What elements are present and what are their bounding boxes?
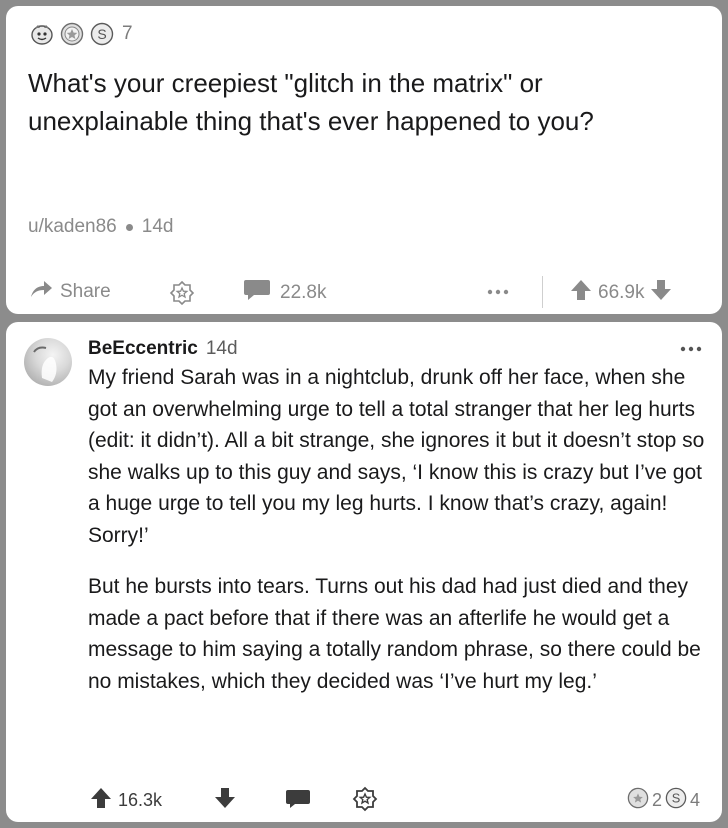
- comment-vote-score: 16.3k: [118, 790, 163, 810]
- action-separator: [542, 276, 543, 308]
- silver-award-count: 4: [689, 790, 700, 810]
- more-dots-icon: [680, 340, 702, 357]
- award-badge-icon: [169, 280, 195, 312]
- post-age: 14d: [141, 216, 174, 237]
- gold-award-count: 2: [651, 790, 662, 810]
- comment-action-bar: 16.3k 2 S 4: [6, 784, 722, 816]
- gold-award-icon: [60, 22, 84, 46]
- share-button[interactable]: Share: [28, 278, 111, 306]
- speech-bubble-icon: [284, 788, 312, 815]
- post-title[interactable]: What's your creepiest "glitch in the mat…: [28, 64, 708, 140]
- avatar[interactable]: [24, 338, 72, 386]
- comment-awards[interactable]: 2 S 4: [627, 787, 700, 814]
- svg-text:S: S: [672, 791, 681, 806]
- post-meta: u/kaden86 14d: [28, 216, 173, 238]
- arrow-up-icon[interactable]: [570, 278, 592, 308]
- comment-award-button[interactable]: [352, 786, 378, 817]
- post-vote-score: 66.9k: [598, 282, 645, 303]
- comment-downvote[interactable]: [214, 786, 236, 815]
- more-options-button[interactable]: [486, 280, 510, 302]
- silver-award-icon: S: [665, 787, 687, 814]
- speech-bubble-icon: [242, 278, 272, 308]
- share-arrow-icon: [28, 278, 54, 306]
- comments-button[interactable]: 22.8k: [242, 278, 326, 308]
- gold-award-icon: [627, 787, 649, 814]
- post-awards[interactable]: S 7: [30, 22, 133, 46]
- post-author[interactable]: u/kaden86: [28, 216, 117, 238]
- comment-age: 14d: [205, 338, 238, 359]
- post-award-count: 7: [122, 23, 133, 44]
- post-vote-controls: 66.9k: [570, 278, 672, 308]
- silver-award-icon: S: [90, 22, 114, 46]
- arrow-down-icon: [214, 786, 236, 815]
- more-dots-icon: [486, 280, 510, 302]
- separator-dot: [125, 223, 133, 231]
- post-card: S 7 What's your creepiest "glitch in the…: [6, 6, 722, 314]
- share-label: Share: [60, 281, 111, 302]
- post-action-bar: Share 22.8k 66.9k: [6, 276, 722, 310]
- award-badge-icon: [352, 786, 378, 817]
- reply-button[interactable]: [284, 788, 312, 815]
- comment-upvote: 16.3k: [90, 786, 162, 815]
- wholesome-award-icon: [30, 22, 54, 46]
- arrow-down-icon[interactable]: [650, 278, 672, 308]
- comment-username[interactable]: BeEccentric: [88, 338, 198, 360]
- award-button[interactable]: [169, 280, 195, 312]
- comment-card: BeEccentric 14d My friend Sarah was in a…: [6, 322, 722, 822]
- comment-header: BeEccentric 14d: [88, 338, 238, 360]
- arrow-up-icon[interactable]: [90, 786, 112, 815]
- comment-body: My friend Sarah was in a nightclub, drun…: [88, 362, 708, 717]
- svg-text:S: S: [97, 26, 106, 42]
- comment-paragraph: My friend Sarah was in a nightclub, drun…: [88, 366, 705, 547]
- comments-count: 22.8k: [280, 282, 327, 303]
- comment-paragraph: But he bursts into tears. Turns out his …: [88, 575, 701, 693]
- comment-more-button[interactable]: [680, 340, 702, 358]
